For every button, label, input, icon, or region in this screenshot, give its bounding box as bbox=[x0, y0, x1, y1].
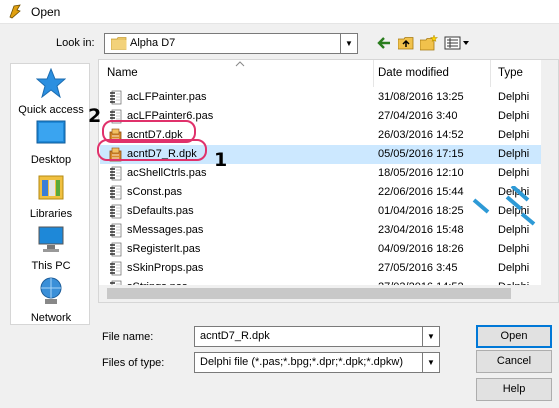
file-date: 27/05/2016 3:45 bbox=[378, 262, 458, 274]
scrollbar-thumb[interactable] bbox=[107, 288, 511, 299]
place-label: Desktop bbox=[30, 154, 72, 166]
file-name: sRegisterIt.pas bbox=[127, 243, 201, 255]
cancel-button[interactable]: Cancel bbox=[476, 350, 552, 373]
place-label: Quick access bbox=[18, 104, 84, 116]
column-header-name[interactable]: Name bbox=[99, 60, 374, 87]
places-bar: Quick access Desktop Libraries This PC N… bbox=[10, 63, 90, 325]
place-label: Network bbox=[30, 312, 72, 324]
file-type: Delphi bbox=[498, 129, 530, 141]
look-in-combo[interactable]: Alpha D7 ▼ bbox=[104, 33, 358, 54]
vertical-scrollbar[interactable] bbox=[541, 60, 558, 302]
file-date: 18/05/2016 12:10 bbox=[378, 167, 464, 179]
quick-access-star-icon bbox=[35, 67, 67, 99]
place-desktop[interactable]: Desktop bbox=[11, 120, 91, 166]
file-name: acShellCtrls.pas bbox=[127, 167, 207, 179]
file-type-combo[interactable]: Delphi file (*.pas;*.bpg;*.dpr;*.dpk;*.d… bbox=[194, 352, 440, 373]
place-network[interactable]: Network bbox=[11, 276, 91, 324]
file-type: Delphi bbox=[498, 148, 530, 160]
pas-file-icon bbox=[109, 261, 123, 276]
file-date: 04/09/2016 18:26 bbox=[378, 243, 464, 255]
annotation-number-2: 2 bbox=[88, 105, 102, 127]
file-date: 26/03/2016 14:52 bbox=[378, 129, 464, 141]
annotation-number-1: 1 bbox=[214, 149, 228, 171]
horizontal-scrollbar[interactable] bbox=[99, 285, 543, 302]
place-libraries[interactable]: Libraries bbox=[11, 172, 91, 220]
delphi-app-icon bbox=[9, 4, 21, 19]
file-name: sMessages.pas bbox=[127, 224, 204, 236]
file-name: sConst.pas bbox=[127, 186, 183, 198]
pas-file-icon bbox=[109, 185, 123, 200]
folder-icon bbox=[111, 37, 127, 50]
title-bar: Open bbox=[0, 0, 559, 24]
file-date: 05/05/2016 17:15 bbox=[378, 148, 464, 160]
file-date: 22/06/2016 15:44 bbox=[378, 186, 464, 198]
back-arrow-icon[interactable] bbox=[376, 35, 391, 51]
file-name: sSkinProps.pas bbox=[127, 262, 204, 274]
look-in-label: Look in: bbox=[56, 37, 95, 49]
window-title: Open bbox=[31, 5, 61, 19]
file-type: Delphi bbox=[498, 167, 530, 179]
file-row[interactable]: acLFPainter.pas 31/08/2016 13:25 Delphi bbox=[100, 88, 558, 107]
pas-file-icon bbox=[109, 204, 123, 219]
chevron-down-icon[interactable]: ▼ bbox=[422, 327, 439, 346]
file-type-value: Delphi file (*.pas;*.bpg;*.dpr;*.dpk;*.d… bbox=[200, 356, 403, 368]
highlight-oval-acntd7-r bbox=[97, 139, 207, 161]
file-name: acLFPainter.pas bbox=[127, 91, 207, 103]
file-date: 27/04/2016 3:40 bbox=[378, 110, 458, 122]
place-this-pc[interactable]: This PC bbox=[11, 224, 91, 272]
chevron-down-icon[interactable]: ▼ bbox=[422, 353, 439, 372]
file-type: Delphi bbox=[498, 243, 530, 255]
file-type: Delphi bbox=[498, 262, 530, 274]
file-date: 01/04/2016 18:25 bbox=[378, 205, 464, 217]
place-label: This PC bbox=[31, 260, 71, 272]
libraries-icon bbox=[38, 175, 64, 200]
pas-file-icon bbox=[109, 242, 123, 257]
look-in-value: Alpha D7 bbox=[130, 37, 176, 49]
up-folder-icon[interactable] bbox=[398, 35, 414, 51]
file-date: 23/04/2016 15:48 bbox=[378, 224, 464, 236]
file-date: 31/08/2016 13:25 bbox=[378, 91, 464, 103]
view-menu-icon[interactable] bbox=[444, 35, 470, 51]
network-icon bbox=[40, 277, 62, 304]
file-row[interactable]: sSkinProps.pas 27/05/2016 3:45 Delphi bbox=[100, 259, 558, 278]
desktop-icon bbox=[36, 120, 66, 144]
file-list[interactable]: Name Date modified Type acLFPainter.pas 3… bbox=[98, 59, 559, 303]
busy-dashes-icon bbox=[472, 186, 536, 226]
file-name-label: File name: bbox=[102, 331, 154, 343]
chevron-down-icon[interactable]: ▼ bbox=[340, 34, 357, 53]
open-button[interactable]: Open bbox=[476, 325, 552, 348]
column-header-date[interactable]: Date modified bbox=[374, 60, 491, 87]
file-row[interactable]: acShellCtrls.pas 18/05/2016 12:10 Delphi bbox=[100, 164, 558, 183]
pas-file-icon bbox=[109, 166, 123, 181]
file-type: Delphi bbox=[498, 110, 530, 122]
file-type: Delphi bbox=[498, 91, 530, 103]
file-name-value: acntD7_R.dpk bbox=[200, 330, 270, 342]
file-name-combo[interactable]: acntD7_R.dpk ▼ bbox=[194, 326, 440, 347]
place-quick-access[interactable]: Quick access bbox=[11, 67, 91, 116]
place-label: Libraries bbox=[29, 208, 73, 220]
this-pc-icon bbox=[38, 226, 64, 252]
file-name: sDefaults.pas bbox=[127, 205, 194, 217]
file-row[interactable]: sRegisterIt.pas 04/09/2016 18:26 Delphi bbox=[100, 240, 558, 259]
pas-file-icon bbox=[109, 90, 123, 105]
pas-file-icon bbox=[109, 223, 123, 238]
file-type-label: Files of type: bbox=[102, 357, 165, 369]
new-folder-icon[interactable] bbox=[420, 35, 438, 51]
help-button[interactable]: Help bbox=[476, 378, 552, 401]
